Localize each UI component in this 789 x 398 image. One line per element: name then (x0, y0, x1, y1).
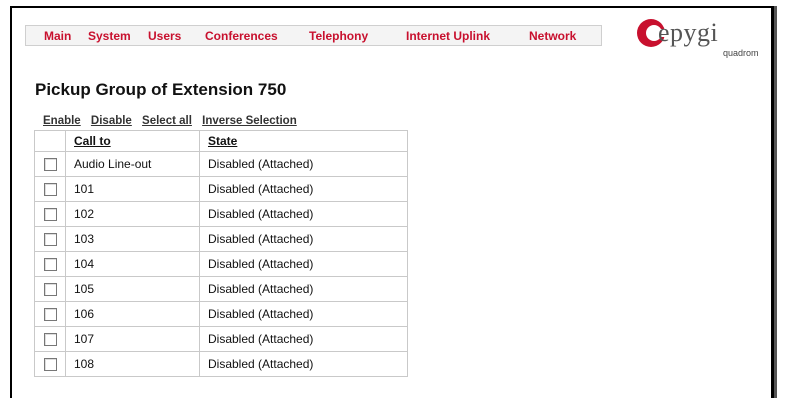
epygi-logo: epygi quadrom (634, 14, 764, 62)
row-checkbox[interactable] (43, 283, 57, 297)
call-to-cell: 105 (65, 276, 200, 302)
table-row: 101 Disabled (Attached) (34, 176, 408, 202)
row-checkbox[interactable] (43, 233, 57, 247)
menu-system[interactable]: System (88, 29, 131, 43)
logo-wordmark: epygi (658, 18, 719, 47)
checkbox-column-header (34, 130, 66, 152)
menu-users[interactable]: Users (148, 29, 181, 43)
call-to-cell: 101 (65, 176, 200, 202)
select-all-link[interactable]: Select all (142, 115, 192, 127)
pickup-group-table: Call to State Audio Line-out Disabled (A… (34, 130, 408, 377)
state-cell: Disabled (Attached) (199, 326, 408, 352)
call-to-cell: 108 (65, 351, 200, 377)
table-row: 102 Disabled (Attached) (34, 201, 408, 227)
row-checkbox[interactable] (43, 333, 57, 347)
call-to-cell: 107 (65, 326, 200, 352)
table-row: 107 Disabled (Attached) (34, 326, 408, 352)
state-cell: Disabled (Attached) (199, 226, 408, 252)
row-checkbox[interactable] (43, 183, 57, 197)
inverse-selection-link[interactable]: Inverse Selection (202, 115, 297, 127)
table-row: 104 Disabled (Attached) (34, 251, 408, 277)
menu-internet-uplink[interactable]: Internet Uplink (406, 29, 490, 43)
menu-conferences[interactable]: Conferences (205, 29, 278, 43)
row-checkbox[interactable] (43, 358, 57, 372)
call-to-cell: 106 (65, 301, 200, 327)
menu-telephony[interactable]: Telephony (309, 29, 368, 43)
state-cell: Disabled (Attached) (199, 201, 408, 227)
selection-actions: Enable Disable Select all Inverse Select… (43, 115, 304, 127)
page-title: Pickup Group of Extension 750 (35, 80, 287, 99)
row-checkbox[interactable] (43, 308, 57, 322)
enable-link[interactable]: Enable (43, 115, 81, 127)
call-to-cell: 103 (65, 226, 200, 252)
table-row: 105 Disabled (Attached) (34, 276, 408, 302)
top-menu-bar: Main System Users Conferences Telephony … (25, 25, 602, 46)
disable-link[interactable]: Disable (91, 115, 132, 127)
state-cell: Disabled (Attached) (199, 251, 408, 277)
row-checkbox[interactable] (43, 158, 57, 172)
logo-subtitle: quadrom (723, 48, 759, 58)
table-header-row: Call to State (34, 130, 408, 152)
state-cell: Disabled (Attached) (199, 301, 408, 327)
row-checkbox[interactable] (43, 258, 57, 272)
row-checkbox[interactable] (43, 208, 57, 222)
call-to-column-header[interactable]: Call to (65, 130, 200, 152)
state-column-header[interactable]: State (199, 130, 408, 152)
table-row: 108 Disabled (Attached) (34, 351, 408, 377)
call-to-cell: 104 (65, 251, 200, 277)
menu-network[interactable]: Network (529, 29, 576, 43)
state-cell: Disabled (Attached) (199, 176, 408, 202)
call-to-cell: Audio Line-out (65, 151, 200, 177)
table-row: 106 Disabled (Attached) (34, 301, 408, 327)
state-cell: Disabled (Attached) (199, 276, 408, 302)
state-cell: Disabled (Attached) (199, 151, 408, 177)
table-row: 103 Disabled (Attached) (34, 226, 408, 252)
call-to-cell: 102 (65, 201, 200, 227)
state-cell: Disabled (Attached) (199, 351, 408, 377)
menu-main[interactable]: Main (44, 29, 71, 43)
table-row: Audio Line-out Disabled (Attached) (34, 151, 408, 177)
